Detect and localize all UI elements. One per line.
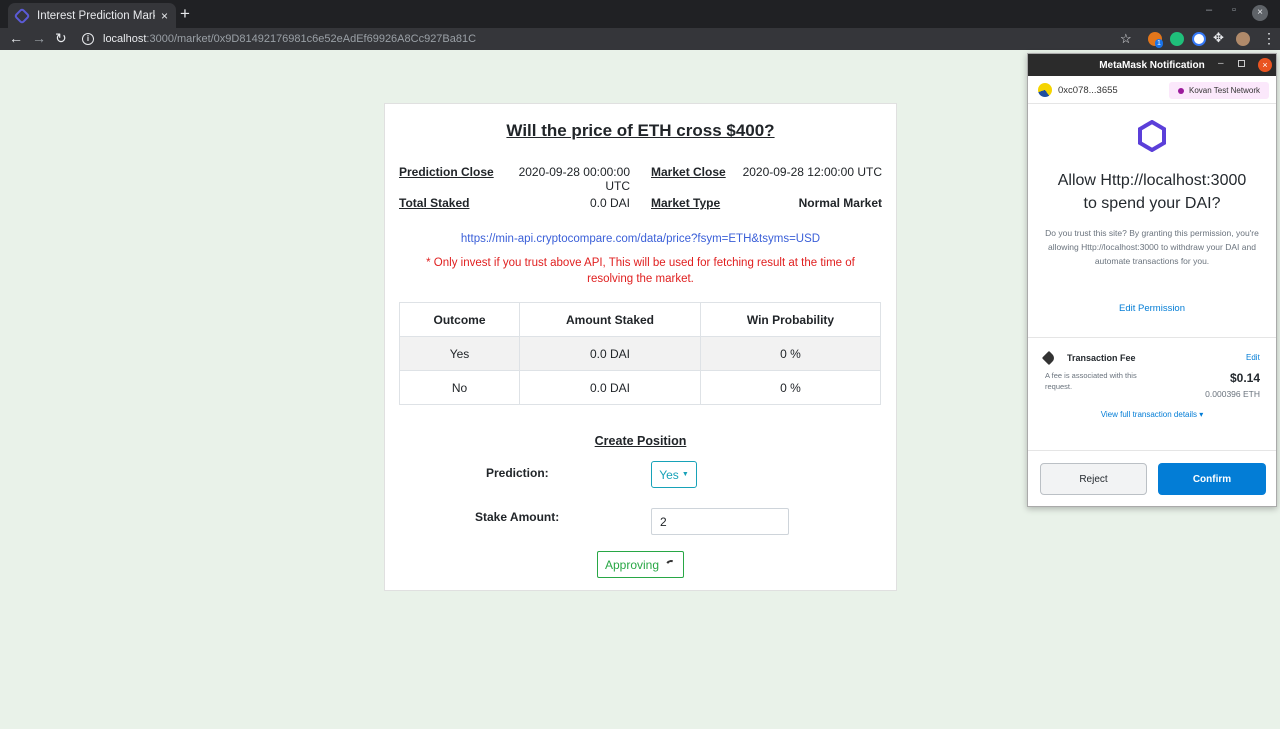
prediction-close-value: 2020-09-28 00:00:00 UTC bbox=[518, 165, 630, 193]
metamask-minimize-button[interactable]: – bbox=[1218, 58, 1224, 69]
site-info-icon[interactable]: i bbox=[82, 33, 94, 45]
caret-down-icon: ▼ bbox=[681, 471, 689, 478]
window-minimize-button[interactable]: – bbox=[1206, 4, 1212, 16]
window-restore-button[interactable]: ▫ bbox=[1232, 4, 1236, 16]
column-header-win-probability: Win Probability bbox=[700, 302, 881, 337]
metamask-account-row: 0xc078...3655 Kovan Test Network bbox=[1028, 76, 1276, 104]
forward-arrow-icon[interactable]: → bbox=[32, 30, 46, 46]
divider bbox=[1028, 337, 1276, 338]
prediction-dropdown-value: Yes bbox=[659, 467, 679, 482]
network-name: Kovan Test Network bbox=[1189, 86, 1260, 95]
window-close-button[interactable]: × bbox=[1252, 5, 1268, 21]
fee-eth-value: 0.000396 ETH bbox=[1205, 389, 1260, 399]
edit-permission-link[interactable]: Edit Permission bbox=[1028, 303, 1276, 314]
network-badge[interactable]: Kovan Test Network bbox=[1169, 82, 1269, 99]
allowance-description: Do you trust this site? By granting this… bbox=[1045, 228, 1259, 266]
account-avatar bbox=[1038, 83, 1052, 97]
reject-button[interactable]: Reject bbox=[1040, 463, 1147, 495]
fee-edit-link[interactable]: Edit bbox=[1246, 353, 1260, 362]
confirm-button[interactable]: Confirm bbox=[1158, 463, 1266, 495]
fee-usd-value: $0.14 bbox=[1229, 371, 1260, 385]
market-type-value: Normal Market bbox=[798, 196, 882, 210]
extension-blue-icon[interactable] bbox=[1192, 32, 1206, 46]
stake-amount-label: Stake Amount: bbox=[475, 510, 560, 524]
api-trust-warning: * Only invest if you trust above API, Th… bbox=[426, 257, 855, 285]
market-question-title: Will the price of ETH cross $400? bbox=[506, 121, 775, 140]
url-host: localhost bbox=[103, 33, 147, 45]
outcomes-table: Outcome Amount Staked Win Probability Ye… bbox=[399, 302, 881, 405]
tab-close-icon[interactable]: × bbox=[161, 9, 168, 23]
approving-label: Approving bbox=[604, 557, 660, 572]
extension-green-icon[interactable] bbox=[1170, 32, 1184, 46]
extension-badge: 1 bbox=[1155, 39, 1163, 48]
price-tag-icon bbox=[1041, 350, 1057, 366]
tab-favicon-icon bbox=[13, 7, 31, 24]
loading-spinner-icon bbox=[664, 558, 678, 571]
transaction-fee-label: Transaction Fee bbox=[1067, 353, 1136, 363]
browser-menu-icon[interactable]: ⋮ bbox=[1262, 30, 1276, 47]
market-close-value: 2020-09-28 12:00:00 UTC bbox=[742, 165, 882, 179]
win-probability-cell: 0 % bbox=[700, 336, 881, 371]
browser-toolbar: ← → ↻ i localhost:3000/market/0x9D814921… bbox=[0, 28, 1280, 50]
token-hexagon-icon bbox=[1138, 120, 1166, 152]
allowance-heading-line1: Allow Http://localhost:3000 bbox=[1057, 172, 1247, 189]
url-path: :3000/market/0x9D81492176981c6e52eAdEf69… bbox=[146, 33, 477, 45]
win-probability-cell: 0 % bbox=[700, 370, 881, 405]
new-tab-button[interactable]: + bbox=[180, 4, 190, 24]
url-text: localhost:3000/market/0x9D81492176981c6e… bbox=[103, 33, 476, 45]
prediction-close-label: Prediction Close bbox=[399, 165, 494, 179]
total-staked-value: 0.0 DAI bbox=[589, 196, 630, 210]
amount-staked-cell: 0.0 DAI bbox=[519, 370, 701, 405]
divider bbox=[1028, 450, 1276, 451]
market-type-label: Market Type bbox=[651, 196, 721, 210]
table-row: Yes 0.0 DAI 0 % bbox=[399, 336, 881, 371]
approving-button[interactable]: Approving bbox=[597, 551, 684, 578]
profile-avatar[interactable] bbox=[1236, 32, 1250, 46]
metamask-extension-icon[interactable]: 1 bbox=[1148, 32, 1163, 48]
bookmark-star-icon[interactable]: ☆ bbox=[1120, 31, 1132, 47]
allowance-request-heading: Allow Http://localhost:3000 to spend you… bbox=[1028, 169, 1276, 215]
allowance-heading-line2: to spend your DAI? bbox=[1083, 195, 1221, 212]
outcome-cell: No bbox=[399, 370, 520, 405]
reload-icon[interactable]: ↻ bbox=[55, 30, 67, 47]
extensions-puzzle-icon[interactable]: ✥ bbox=[1213, 30, 1224, 46]
market-card: Will the price of ETH cross $400? Predic… bbox=[384, 103, 897, 591]
create-position-title: Create Position bbox=[594, 434, 687, 448]
address-bar[interactable]: i localhost:3000/market/0x9D81492176981c… bbox=[76, 29, 1140, 49]
outcome-cell: Yes bbox=[399, 336, 520, 371]
market-close-label: Market Close bbox=[651, 165, 726, 179]
tab-title: Interest Prediction Marke bbox=[37, 9, 155, 22]
view-transaction-details-link[interactable]: View full transaction details ▾ bbox=[1028, 410, 1276, 419]
account-address: 0xc078...3655 bbox=[1058, 85, 1118, 96]
metamask-maximize-button[interactable] bbox=[1238, 60, 1245, 67]
browser-tab-bar: Interest Prediction Marke × + – ▫ × bbox=[0, 0, 1280, 28]
api-url-link[interactable]: https://min-api.cryptocompare.com/data/p… bbox=[385, 233, 896, 245]
prediction-dropdown[interactable]: Yes ▼ bbox=[651, 461, 697, 488]
stake-amount-input[interactable] bbox=[651, 508, 789, 535]
network-dot-icon bbox=[1178, 87, 1184, 94]
column-header-amount-staked: Amount Staked bbox=[519, 302, 701, 337]
prediction-label: Prediction: bbox=[486, 466, 549, 480]
total-staked-label: Total Staked bbox=[399, 196, 470, 210]
table-header-row: Outcome Amount Staked Win Probability bbox=[399, 302, 881, 337]
metamask-titlebar: MetaMask Notification – × bbox=[1028, 54, 1276, 76]
column-header-outcome: Outcome bbox=[399, 302, 520, 337]
metamask-close-button[interactable]: × bbox=[1258, 58, 1272, 72]
browser-tab[interactable]: Interest Prediction Marke × bbox=[8, 3, 176, 28]
metamask-notification-window: MetaMask Notification – × 0xc078...3655 … bbox=[1027, 53, 1277, 507]
table-row: No 0.0 DAI 0 % bbox=[399, 370, 881, 405]
back-arrow-icon[interactable]: ← bbox=[9, 30, 23, 46]
fee-note: A fee is associated with this request. bbox=[1045, 371, 1137, 391]
amount-staked-cell: 0.0 DAI bbox=[519, 336, 701, 371]
